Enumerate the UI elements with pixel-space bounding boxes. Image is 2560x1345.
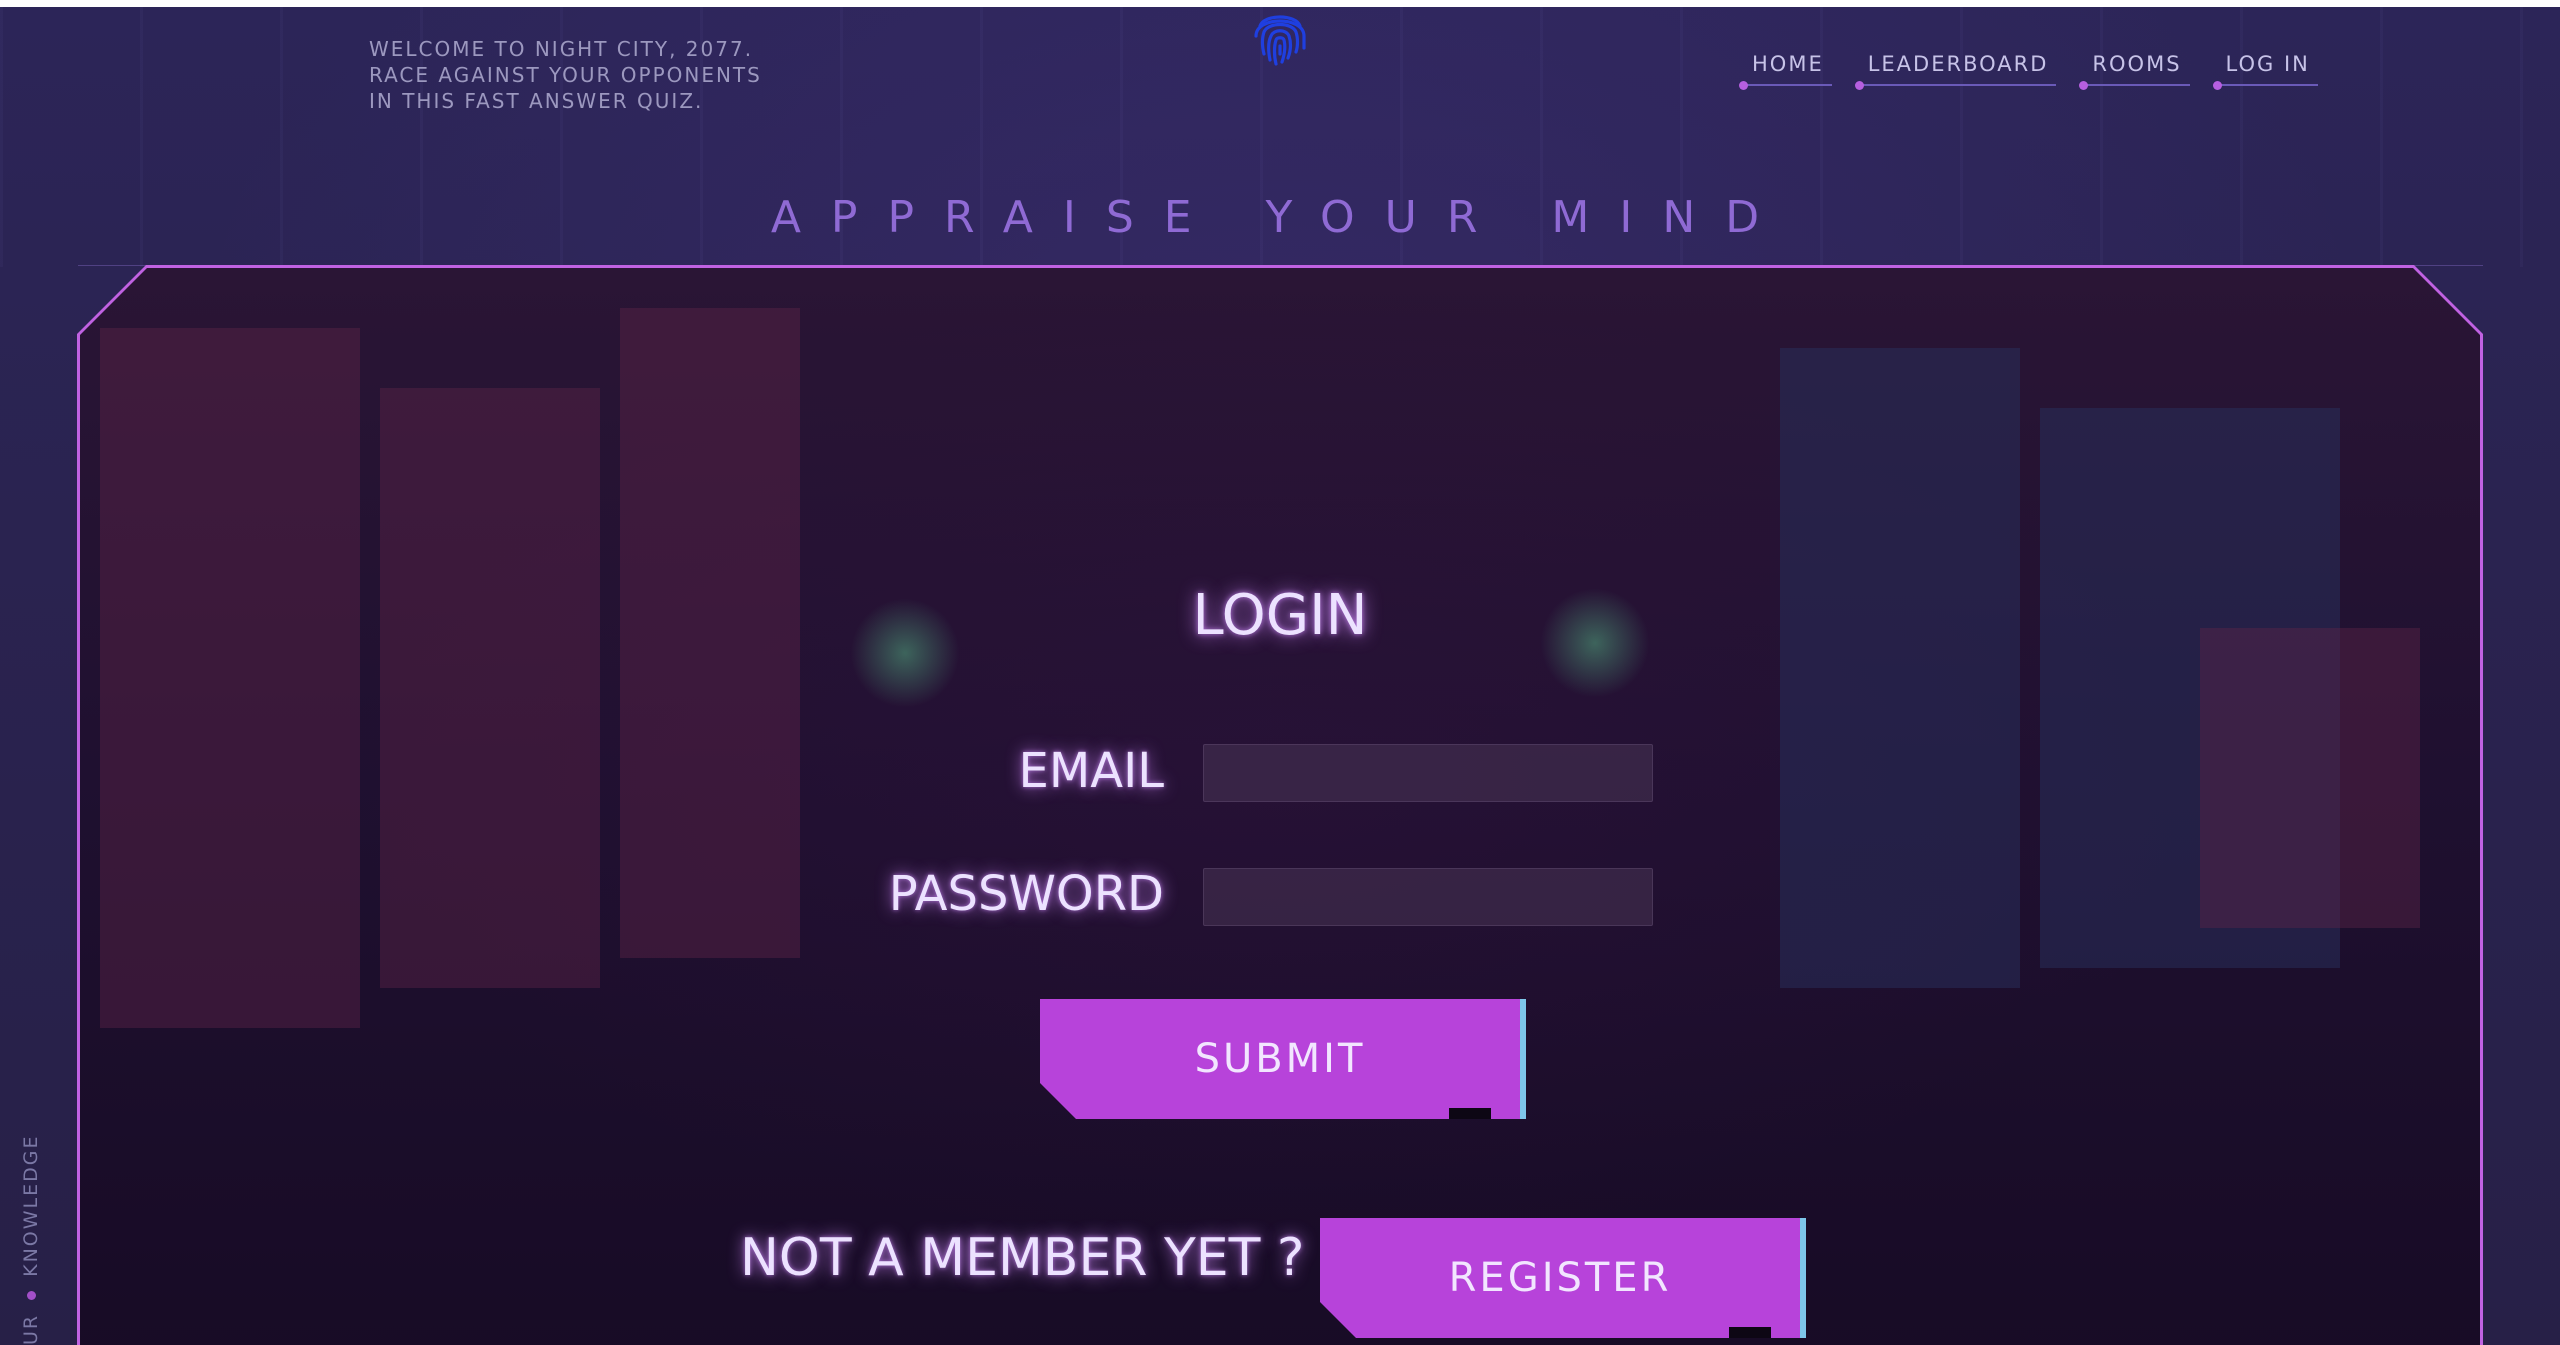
intro-line: WELCOME TO NIGHT CITY, 2077. xyxy=(369,37,754,61)
nav-item-label: LOG IN xyxy=(2225,52,2310,76)
button-edge xyxy=(1800,1218,1806,1338)
register-button[interactable]: REGISTER xyxy=(1320,1218,1808,1338)
page: WELCOME TO NIGHT CITY, 2077. RACE AGAINS… xyxy=(0,0,2560,1345)
background-building xyxy=(380,388,600,988)
nav-underline xyxy=(2215,84,2318,86)
side-vertical-text: UR KNOWLEDGE xyxy=(20,1135,42,1345)
login-panel: LOGIN EMAIL PASSWORD SUBMIT NOT A MEMBER… xyxy=(77,265,2483,1345)
nav-item-label: ROOMS xyxy=(2092,52,2182,76)
tagline: APPRAISE YOUR MIND xyxy=(770,192,1790,243)
nav-item-login[interactable]: LOG IN xyxy=(2212,52,2318,90)
login-title: LOGIN xyxy=(1192,583,1368,648)
register-prompt: NOT A MEMBER YET ? xyxy=(740,1228,1305,1288)
intro-line: IN THIS FAST ANSWER QUIZ. xyxy=(369,89,704,113)
submit-button[interactable]: SUBMIT xyxy=(1040,999,1528,1119)
side-text-first: UR xyxy=(20,1313,42,1345)
nav-item-label: LEADERBOARD xyxy=(1867,52,2049,76)
nav-dot xyxy=(1854,81,1864,90)
panel-body: LOGIN EMAIL PASSWORD SUBMIT NOT A MEMBER… xyxy=(80,268,2480,1345)
nav-item-home[interactable]: HOME xyxy=(1739,52,1832,90)
main-nav: HOME LEADERBOARD ROOMS LOG IN xyxy=(1739,52,2318,90)
fingerprint-icon[interactable] xyxy=(1246,2,1314,70)
email-label: EMAIL xyxy=(1018,743,1164,799)
password-label: PASSWORD xyxy=(888,866,1164,922)
background-building xyxy=(100,328,360,1028)
button-edge xyxy=(1520,999,1526,1119)
nav-item-leaderboard[interactable]: LEADERBOARD xyxy=(1854,52,2057,90)
email-field[interactable] xyxy=(1203,744,1653,802)
intro-text: WELCOME TO NIGHT CITY, 2077. RACE AGAINS… xyxy=(369,36,762,114)
background-building xyxy=(2200,628,2420,928)
password-field[interactable] xyxy=(1203,868,1653,926)
nav-underline xyxy=(1857,84,2057,86)
nav-item-rooms[interactable]: ROOMS xyxy=(2079,52,2190,90)
nav-underline xyxy=(2082,84,2190,86)
nav-dot xyxy=(2212,81,2222,90)
intro-line: RACE AGAINST YOUR OPPONENTS xyxy=(369,63,762,87)
nav-item-label: HOME xyxy=(1752,52,1824,76)
nav-underline xyxy=(1742,84,1832,86)
side-text-second: KNOWLEDGE xyxy=(20,1134,42,1277)
submit-button-label: SUBMIT xyxy=(1194,1036,1366,1082)
side-dot xyxy=(26,1290,36,1300)
register-button-label: REGISTER xyxy=(1448,1255,1672,1301)
background-building xyxy=(1780,348,2020,988)
nav-dot xyxy=(1739,81,1748,90)
